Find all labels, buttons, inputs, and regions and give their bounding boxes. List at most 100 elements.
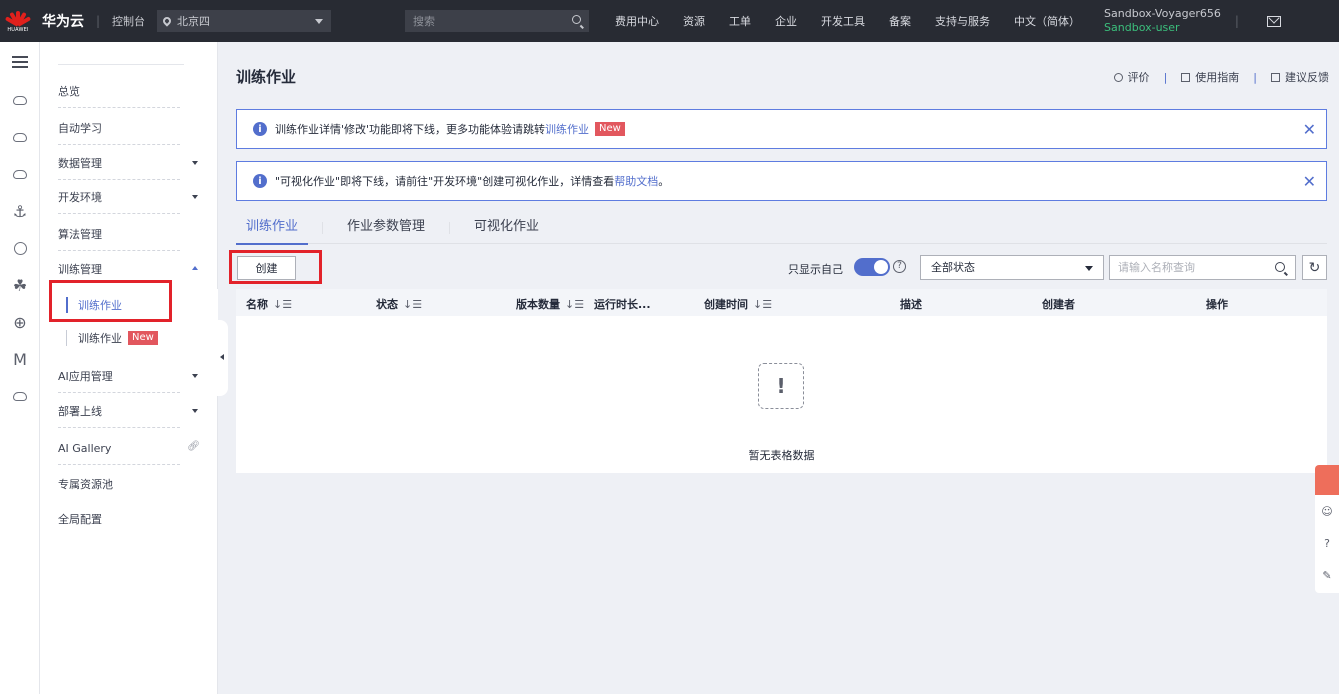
close-icon[interactable]: ✕: [1303, 120, 1316, 139]
notice-text: "可视化作业"即将下线，请前往"开发环境"创建可视化作业，详情查看: [275, 175, 615, 188]
chevron-down-icon: [192, 409, 198, 416]
mail-icon[interactable]: [1266, 15, 1281, 27]
name-search-input[interactable]: 请输入名称查询: [1109, 255, 1296, 280]
menu-training-job-new[interactable]: 训练作业 New: [50, 322, 218, 354]
only-mine-toggle[interactable]: [854, 258, 890, 276]
help-icon[interactable]: ?: [1315, 527, 1339, 559]
nav-tickets[interactable]: 工单: [729, 13, 751, 29]
menu-label: AI Gallery: [58, 441, 112, 455]
menu-toggle[interactable]: [0, 42, 40, 82]
close-icon[interactable]: ✕: [1303, 172, 1316, 191]
filter-icon[interactable]: ↓☰: [403, 298, 422, 311]
console-link[interactable]: 控制台: [112, 13, 145, 29]
cloud-icon: [13, 170, 27, 179]
nav-billing[interactable]: 费用中心: [615, 13, 659, 29]
jobs-table: 名称 ↓☰ 状态 ↓☰ 版本数量 ↓☰ 运行时长... 创建时间 ↓☰ 描述 创建者 操…: [236, 289, 1327, 473]
sort-icon[interactable]: ↓☰: [273, 298, 292, 311]
search-icon[interactable]: [1275, 262, 1285, 272]
col-runtime[interactable]: 运行时长...: [594, 296, 651, 312]
chevron-down-icon: [192, 374, 198, 381]
status-select[interactable]: 全部状态: [920, 255, 1104, 280]
chevron-down-icon: [315, 19, 324, 28]
menu-label: 算法管理: [58, 228, 102, 241]
nav-dev-tools[interactable]: 开发工具: [821, 13, 865, 29]
sort-icon[interactable]: ↓☰: [753, 298, 772, 311]
rail-item-7[interactable]: ⊕: [0, 304, 40, 341]
feedback-icon[interactable]: ✎: [1315, 559, 1339, 591]
smile-icon[interactable]: ☺: [1315, 495, 1339, 527]
menu-deploy[interactable]: 部署上线: [58, 394, 210, 428]
notice-link[interactable]: 帮助文档: [614, 173, 658, 189]
region-selector[interactable]: 北京四: [157, 10, 332, 32]
rail-item-4[interactable]: ⚓: [0, 193, 40, 230]
status-select-value: 全部状态: [931, 261, 975, 274]
menu-global-config[interactable]: 全局配置: [58, 502, 210, 536]
nav-icp[interactable]: 备案: [889, 13, 911, 29]
rail-item-2[interactable]: [0, 119, 40, 156]
top-nav: 费用中心 资源 工单 企业 开发工具 备案 支持与服务 中文（简体）: [603, 13, 1092, 29]
col-creator: 创建者: [1042, 298, 1075, 311]
tab-training-jobs[interactable]: 训练作业: [236, 214, 309, 245]
cloud-icon: [13, 133, 27, 142]
floating-toolbar: ☺ ? ✎: [1315, 465, 1339, 593]
col-name[interactable]: 名称 ↓☰: [246, 296, 292, 312]
menu-automl[interactable]: 自动学习: [58, 111, 210, 145]
menu-label: 专属资源池: [58, 478, 113, 491]
menu-dedicated-pool[interactable]: 专属资源池: [58, 467, 210, 501]
only-mine-label: 只显示自己: [788, 263, 843, 276]
search-icon[interactable]: [572, 15, 582, 24]
huawei-logo[interactable]: HUAWEI: [0, 0, 36, 42]
notice-banner-2: i "可视化作业"即将下线，请前往"开发环境"创建可视化作业，详情查看 帮助文档…: [236, 161, 1327, 201]
rail-item-3[interactable]: [0, 156, 40, 193]
edit-icon: [1271, 72, 1280, 82]
rail-item-9[interactable]: [0, 378, 40, 415]
menu-dev-environment[interactable]: 开发环境: [58, 180, 210, 214]
user-name: Sandbox-Voyager656: [1104, 7, 1221, 20]
feedback-link[interactable]: 建议反馈: [1271, 69, 1329, 85]
notice-link[interactable]: 训练作业: [545, 121, 589, 137]
rail-item-5[interactable]: [0, 230, 40, 267]
new-badge: New: [595, 122, 625, 136]
menu-overview[interactable]: 总览: [58, 74, 210, 108]
menu-algorithm-management[interactable]: 算法管理: [58, 217, 210, 251]
main-content: 训练作业 评价 | 使用指南 | 建议反馈 i 训练作业详情'修改'功能即将下线…: [218, 42, 1339, 694]
sort-icon[interactable]: ↓☰: [565, 298, 584, 311]
rail-item-6[interactable]: ☘: [0, 267, 40, 304]
col-created[interactable]: 创建时间 ↓☰: [704, 296, 772, 312]
nav-language[interactable]: 中文（简体）: [1014, 13, 1080, 29]
tab-visualization-jobs[interactable]: 可视化作业: [464, 214, 549, 244]
notice-text: 训练作业详情'修改'功能即将下线，更多功能体验请跳转: [275, 123, 546, 136]
tab-bar: 训练作业 作业参数管理 可视化作业: [236, 214, 1327, 245]
ip-icon: [13, 242, 27, 255]
global-search-placeholder: 搜索: [413, 15, 436, 28]
menu-ai-app-management[interactable]: AI应用管理: [58, 359, 210, 393]
rail-item-1[interactable]: [0, 82, 40, 119]
help-icon[interactable]: ?: [893, 260, 906, 273]
guide-link[interactable]: 使用指南: [1181, 69, 1239, 85]
hamburger-icon: [12, 56, 28, 68]
menu-ai-gallery[interactable]: AI Gallery 🔗︎: [58, 431, 210, 465]
col-status[interactable]: 状态 ↓☰: [376, 296, 422, 312]
nav-support[interactable]: 支持与服务: [935, 13, 990, 29]
nav-enterprise[interactable]: 企业: [775, 13, 797, 29]
rail-item-8[interactable]: M: [0, 341, 40, 378]
refresh-button[interactable]: ↻: [1302, 255, 1327, 280]
menu-data-management[interactable]: 数据管理: [58, 146, 210, 180]
nav-resources[interactable]: 资源: [683, 13, 705, 29]
empty-text: 暂无表格数据: [748, 449, 815, 462]
highlight-box: [229, 250, 322, 284]
menu-label: 数据管理: [58, 157, 102, 170]
global-search-input[interactable]: 搜索: [405, 10, 590, 32]
new-badge: New: [128, 331, 158, 345]
rate-link[interactable]: 评价: [1113, 69, 1150, 85]
tab-job-params[interactable]: 作业参数管理: [337, 214, 435, 244]
col-versions[interactable]: 版本数量 ↓☰: [516, 296, 584, 312]
menu-label: 总览: [58, 85, 80, 98]
table-header: 名称 ↓☰ 状态 ↓☰ 版本数量 ↓☰ 运行时长... 创建时间 ↓☰ 描述 创建者 操…: [236, 289, 1327, 316]
chat-icon[interactable]: [1315, 465, 1339, 495]
menu-label: 开发环境: [58, 191, 102, 204]
user-menu[interactable]: Sandbox-Voyager656 Sandbox-user: [1104, 7, 1221, 35]
globe-icon: ⊕: [13, 313, 27, 332]
cloud-icon: [13, 392, 27, 401]
brand-name[interactable]: 华为云: [42, 11, 84, 31]
